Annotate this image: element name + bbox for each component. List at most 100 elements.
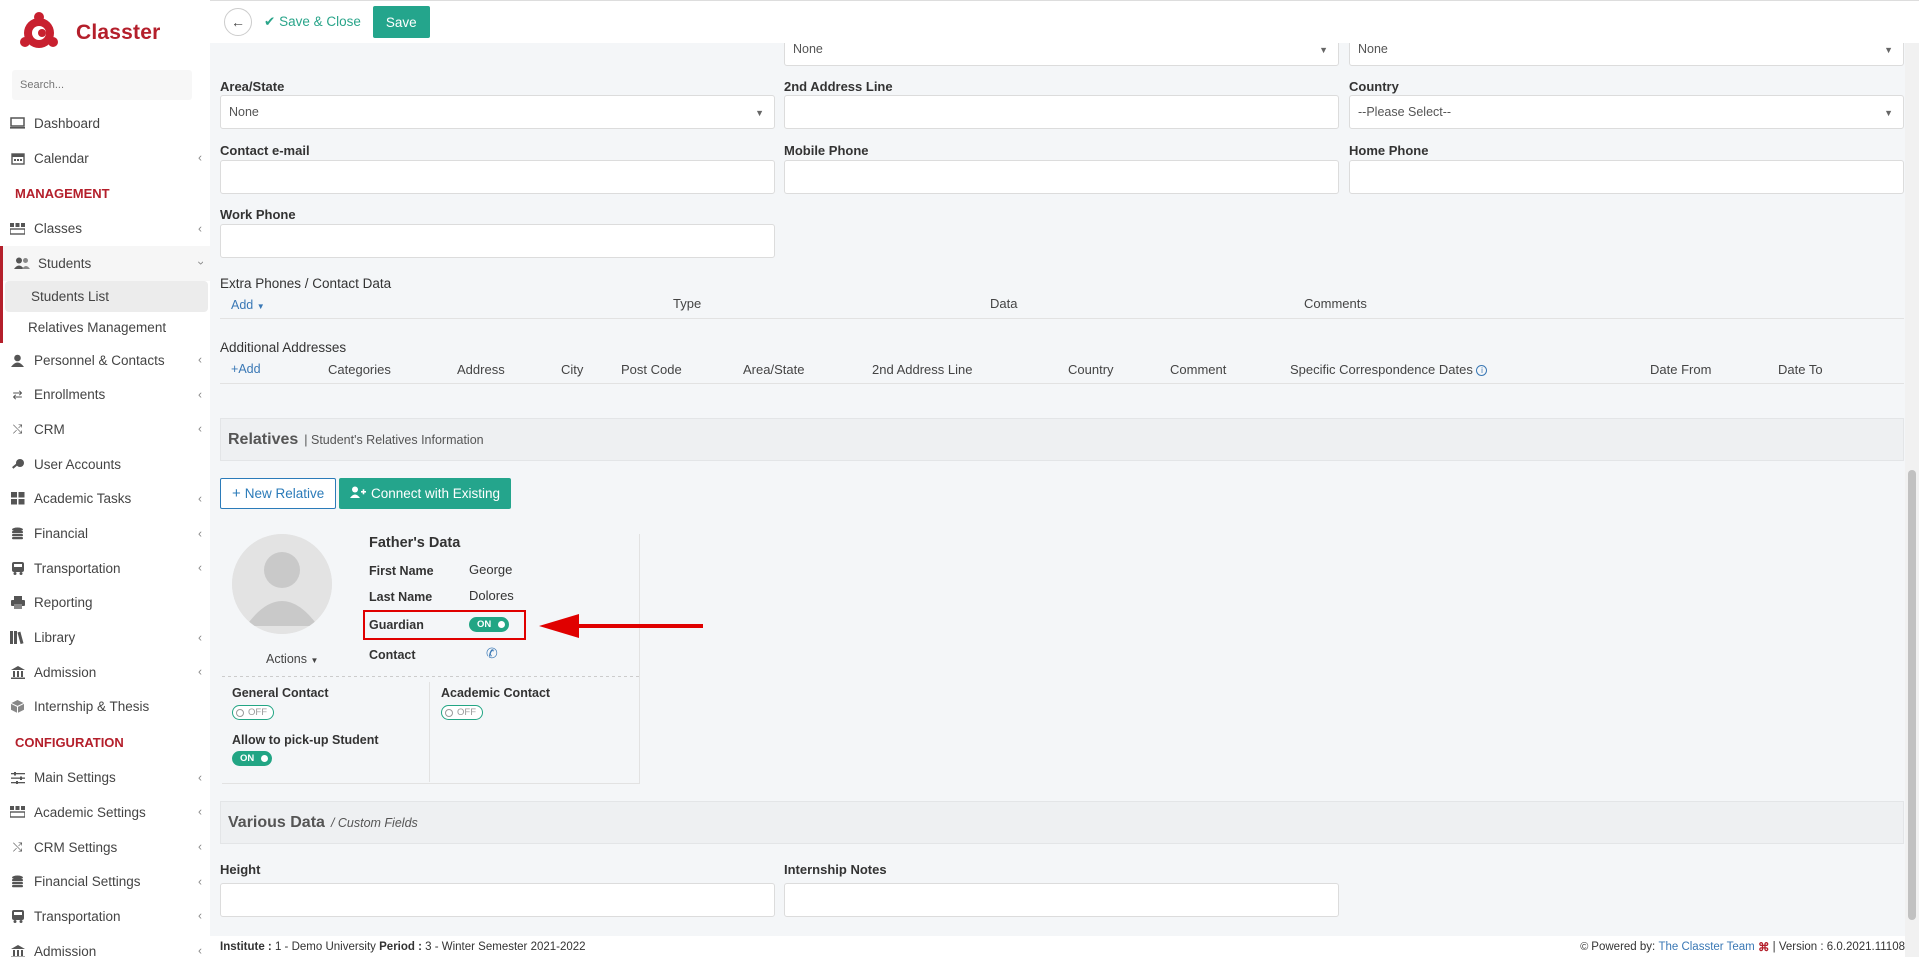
- extra-phones-add-button[interactable]: Add ▼: [231, 298, 265, 312]
- internship-notes-input[interactable]: [784, 883, 1339, 917]
- actions-dropdown[interactable]: Actions ▼: [266, 652, 318, 666]
- sidebar-item-financial-settings[interactable]: Financial Settings ‹: [0, 864, 210, 899]
- powered-by-label: Powered by:: [1591, 940, 1656, 953]
- sidebar-item-library[interactable]: Library ‹: [0, 620, 210, 655]
- general-contact-toggle[interactable]: OFF: [232, 705, 274, 720]
- sidebar-search-input[interactable]: [12, 70, 192, 100]
- sidebar-item-academic-tasks[interactable]: Academic Tasks ‹: [0, 482, 210, 517]
- sidebar-item-label: Library: [34, 630, 76, 646]
- toggle-state: ON: [240, 753, 255, 764]
- sidebar-item-label: Enrollments: [34, 387, 106, 403]
- bus-icon: [9, 909, 26, 923]
- sidebar-item-user-accounts[interactable]: User Accounts: [0, 447, 210, 482]
- area-state-select[interactable]: None ▼: [220, 95, 775, 129]
- guardian-toggle[interactable]: ON: [469, 617, 510, 632]
- annotation-arrow-icon: [539, 614, 703, 638]
- extra-phones-col-type: Type: [673, 296, 702, 311]
- sidebar-item-label: Financial: [34, 526, 89, 542]
- relative-card: Actions ▼ Father's Data First Name Georg…: [222, 534, 640, 784]
- home-phone-input[interactable]: [1349, 160, 1904, 194]
- area-state-label: Area/State: [220, 79, 285, 94]
- toggle-state: OFF: [248, 707, 267, 718]
- mobile-phone-input[interactable]: [784, 160, 1339, 194]
- footer-right: © Powered by: The Classter Team ⌘ | Vers…: [1580, 940, 1905, 954]
- chevron-left-icon: ‹: [198, 874, 202, 889]
- button-label: Connect with Existing: [371, 486, 501, 501]
- sidebar-item-crm-settings[interactable]: ⤭ CRM Settings ‹: [0, 830, 210, 865]
- relatives-subtitle: | Student's Relatives Information: [304, 432, 484, 447]
- scrollbar[interactable]: [1905, 0, 1919, 957]
- extra-phones-col-comments: Comments: [1304, 296, 1367, 311]
- sidebar-item-admission-settings[interactable]: Admission ‹: [0, 934, 210, 957]
- sidebar-item-transportation[interactable]: Transportation ‹: [0, 551, 210, 586]
- sliders-icon: [9, 771, 26, 785]
- brand-name: Classter: [76, 21, 161, 44]
- sidebar-item-label: Admission: [34, 943, 97, 957]
- work-phone-input[interactable]: [220, 224, 775, 258]
- sidebar-item-main-settings[interactable]: Main Settings ‹: [0, 760, 210, 795]
- info-icon[interactable]: i: [1476, 365, 1488, 377]
- classes-icon: [9, 222, 26, 236]
- logo[interactable]: Classter: [0, 0, 210, 66]
- sidebar-item-label: CRM Settings: [34, 839, 118, 855]
- sidebar-item-reporting[interactable]: Reporting: [0, 586, 210, 621]
- sidebar-item-internship[interactable]: Internship & Thesis: [0, 690, 210, 725]
- new-relative-button[interactable]: + New Relative: [220, 478, 337, 509]
- chevron-left-icon: ‹: [198, 908, 202, 923]
- sidebar-item-personnel[interactable]: Personnel & Contacts ‹: [0, 343, 210, 378]
- sidebar-item-label: Internship & Thesis: [34, 699, 150, 715]
- sidebar-item-label: Transportation: [34, 560, 121, 576]
- guardian-label: Guardian: [369, 618, 424, 632]
- team-link[interactable]: The Classter Team: [1658, 941, 1754, 953]
- scrollbar-thumb[interactable]: [1908, 470, 1916, 920]
- extra-phones-title: Extra Phones / Contact Data: [220, 276, 392, 291]
- add-label: Add: [231, 298, 254, 312]
- save-close-button[interactable]: ✔ Save & Close: [264, 14, 361, 30]
- country-select[interactable]: --Please Select-- ▼: [1349, 95, 1904, 129]
- sidebar-item-transportation-settings[interactable]: Transportation ‹: [0, 899, 210, 934]
- sidebar: Classter Dashboard Calendar ‹ MANAGEMENT…: [0, 0, 210, 957]
- address2-input[interactable]: [784, 95, 1339, 129]
- sidebar-subitem-relatives-management[interactable]: Relatives Management: [3, 312, 208, 343]
- extra-phones-col-data: Data: [990, 296, 1018, 311]
- phone-icon[interactable]: ✆: [486, 645, 498, 662]
- contact-email-input[interactable]: [220, 160, 775, 194]
- sidebar-item-enrollments[interactable]: ⇄ Enrollments ‹: [0, 377, 210, 412]
- sidebar-subitem-students-list[interactable]: Students List: [5, 280, 208, 312]
- save-button[interactable]: Save: [372, 6, 430, 38]
- sidebar-item-students[interactable]: Students ‹: [0, 246, 210, 281]
- divider: [222, 676, 640, 677]
- sidebar-item-financial[interactable]: Financial ‹: [0, 516, 210, 551]
- additional-addresses-add-button[interactable]: +Add: [231, 362, 261, 376]
- institute-value: 1 - Demo University: [274, 940, 376, 953]
- height-input[interactable]: [220, 883, 775, 917]
- chevron-left-icon: ‹: [198, 221, 202, 236]
- calendar-icon: [9, 151, 26, 165]
- sidebar-item-dashboard[interactable]: Dashboard: [0, 106, 210, 141]
- pickup-label: Allow to pick-up Student: [232, 733, 379, 747]
- footer: Institute : 1 - Demo University Period :…: [210, 936, 1919, 957]
- sidebar-subitem-label: Relatives Management: [28, 319, 167, 335]
- select-value: None: [1358, 41, 1388, 56]
- connect-existing-button[interactable]: Connect with Existing: [339, 478, 512, 509]
- classter-logo-icon: [20, 12, 58, 48]
- academic-contact-toggle[interactable]: OFF: [441, 705, 483, 720]
- addr-col-country: Country: [1068, 362, 1114, 377]
- back-button[interactable]: ←: [224, 8, 252, 36]
- toggle-knob: [236, 708, 244, 717]
- random-icon: ⤭: [12, 421, 23, 436]
- sidebar-item-label: Admission: [34, 664, 97, 680]
- sidebar-item-academic-settings[interactable]: Academic Settings ‹: [0, 795, 210, 830]
- toggle-knob: [445, 708, 453, 717]
- addr-col-address2: 2nd Address Line: [872, 362, 973, 377]
- pickup-toggle[interactable]: ON: [232, 751, 273, 766]
- grid-icon: [9, 492, 26, 506]
- cube-icon: [9, 700, 26, 714]
- sidebar-item-calendar[interactable]: Calendar ‹: [0, 141, 210, 176]
- sidebar-item-crm[interactable]: ⤭ CRM ‹: [0, 412, 210, 447]
- sidebar-item-admission[interactable]: Admission ‹: [0, 655, 210, 690]
- section-management: MANAGEMENT: [15, 185, 110, 201]
- section-configuration: CONFIGURATION: [15, 734, 124, 750]
- sidebar-item-classes[interactable]: Classes ‹: [0, 211, 210, 246]
- toggle-state: OFF: [457, 707, 476, 718]
